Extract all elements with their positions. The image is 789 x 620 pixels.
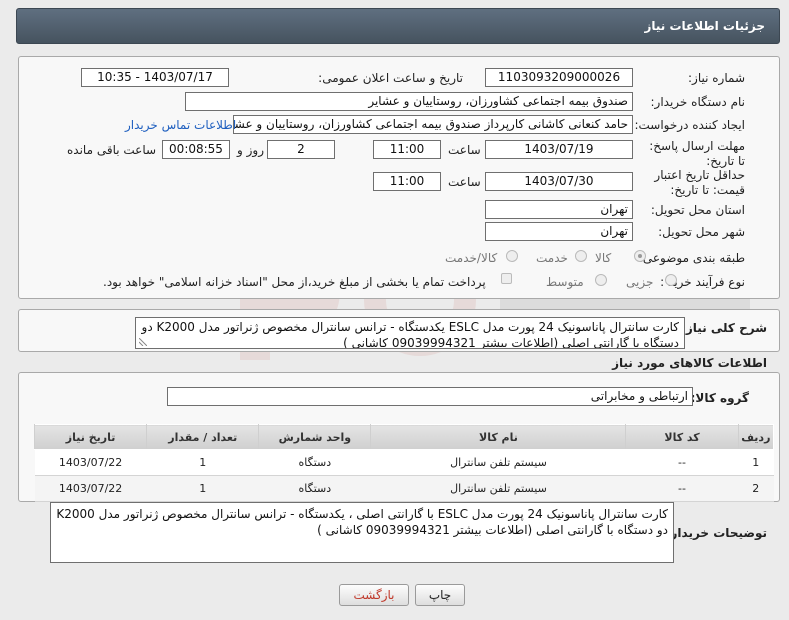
process-radio-minor[interactable] xyxy=(665,274,677,286)
cell-need-date: 1403/07/22 xyxy=(34,449,147,476)
goods-table: ردیف کد کالا نام کالا واحد شمارش تعداد /… xyxy=(33,424,775,502)
buyer-notes-textarea: کارت سانترال پاناسونیک 24 پورت مدل ESLC … xyxy=(50,502,674,563)
category-radio-goods-service[interactable] xyxy=(506,250,518,262)
goods-group-field: ارتباطی و مخابراتی xyxy=(167,387,693,406)
province-field: تهران xyxy=(485,200,633,219)
goods-table-header: ردیف کد کالا نام کالا واحد شمارش تعداد /… xyxy=(33,424,775,450)
requester-field: حامد کنعانی کاشانی کارپرداز صندوق بیمه ا… xyxy=(233,115,633,134)
city-field: تهران xyxy=(485,222,633,241)
reply-time-label: ساعت xyxy=(448,143,481,157)
buyer-contact-link[interactable]: اطلاعات تماس خریدار xyxy=(125,118,236,132)
category-radio-goods[interactable] xyxy=(634,250,646,262)
col-header-item-code: کد کالا xyxy=(625,424,739,450)
category-option-service: خدمت xyxy=(536,251,568,265)
buyer-notes-label: توضیحات خریدار: xyxy=(665,526,767,540)
goods-section-title: اطلاعات کالاهای مورد نیاز xyxy=(612,356,767,370)
col-header-need-date: تاریخ نیاز xyxy=(33,424,148,450)
cell-quantity: 1 xyxy=(146,449,259,476)
cell-item-name: سیستم تلفن سانترال xyxy=(370,475,626,502)
reply-date-field: 1403/07/19 xyxy=(485,140,633,159)
announce-datetime-field: 1403/07/17 - 10:35 xyxy=(81,68,229,87)
cell-unit: دستگاه xyxy=(258,449,371,476)
announce-label: تاریخ و ساعت اعلان عمومی: xyxy=(318,71,463,85)
col-header-quantity: تعداد / مقدار xyxy=(146,424,260,450)
reply-deadline-label: مهلت ارسال پاسخ: تا تاریخ: xyxy=(649,139,745,168)
need-number-field: 1103093209000026 xyxy=(485,68,633,87)
description-label: شرح کلی نیاز: xyxy=(681,321,767,335)
description-text: کارت سانترال پاناسونیک 24 پورت مدل ESLC … xyxy=(141,320,679,349)
validity-label: حداقل تاریخ اعتبار قیمت: تا تاریخ: xyxy=(654,168,745,197)
description-textarea: کارت سانترال پاناسونیک 24 پورت مدل ESLC … xyxy=(135,317,685,349)
city-label: شهر محل تحویل: xyxy=(658,225,745,239)
category-radio-service[interactable] xyxy=(575,250,587,262)
days-field: 2 xyxy=(267,140,335,159)
buyer-org-field: صندوق بیمه اجتماعی کشاورزان، روستاییان و… xyxy=(185,92,633,111)
buyer-org-label: نام دستگاه خریدار: xyxy=(650,95,746,109)
category-option-goods-service: کالا/خدمت xyxy=(445,251,498,265)
col-header-row-number: ردیف xyxy=(737,424,775,450)
requester-label: ایجاد کننده درخواست: xyxy=(634,118,745,132)
treasury-payment-note: پرداخت تمام یا بخشی از مبلغ خرید،از محل … xyxy=(103,275,486,289)
validity-time-label: ساعت xyxy=(448,175,481,189)
validity-time-field: 11:00 xyxy=(373,172,441,191)
goods-group-label: گروه کالا: xyxy=(690,391,749,405)
province-label: استان محل تحویل: xyxy=(650,203,745,217)
page-title: جزئیات اطلاعات نیاز xyxy=(644,19,765,33)
category-option-goods: کالا xyxy=(595,251,612,265)
resize-handle-icon[interactable] xyxy=(139,338,147,346)
back-button[interactable]: بازگشت xyxy=(339,584,409,606)
reply-time-field: 11:00 xyxy=(373,140,441,159)
remaining-time-label: ساعت باقی مانده xyxy=(67,143,157,157)
cell-item-code: -- xyxy=(625,475,739,502)
validity-date-field: 1403/07/30 xyxy=(485,172,633,191)
days-label: روز و xyxy=(237,143,264,157)
cell-item-name: سیستم تلفن سانترال xyxy=(370,449,626,476)
print-button[interactable]: چاپ xyxy=(415,584,465,606)
process-option-medium: متوسط xyxy=(546,275,584,289)
remaining-time-field: 00:08:55 xyxy=(162,140,230,159)
treasury-payment-checkbox[interactable] xyxy=(501,273,512,284)
process-radio-medium[interactable] xyxy=(595,274,607,286)
cell-item-code: -- xyxy=(625,449,739,476)
cell-unit: دستگاه xyxy=(258,475,371,502)
page-header: جزئیات اطلاعات نیاز xyxy=(16,8,780,44)
need-number-label: شماره نیاز: xyxy=(688,71,745,85)
cell-need-date: 1403/07/22 xyxy=(34,475,147,502)
category-label: طبقه بندی موضوعی: xyxy=(638,251,745,265)
col-header-unit: واحد شمارش xyxy=(258,424,372,450)
col-header-item-name: نام کالا xyxy=(370,424,627,450)
cell-row-number: 2 xyxy=(738,475,774,502)
process-option-minor: جزیی xyxy=(626,275,654,289)
cell-quantity: 1 xyxy=(146,475,259,502)
table-row: 1 -- سیستم تلفن سانترال دستگاه 1 1403/07… xyxy=(34,449,774,476)
cell-row-number: 1 xyxy=(738,449,774,476)
buyer-notes-text: کارت سانترال پاناسونیک 24 پورت مدل ESLC … xyxy=(56,507,668,537)
table-row: 2 -- سیستم تلفن سانترال دستگاه 1 1403/07… xyxy=(34,475,774,502)
